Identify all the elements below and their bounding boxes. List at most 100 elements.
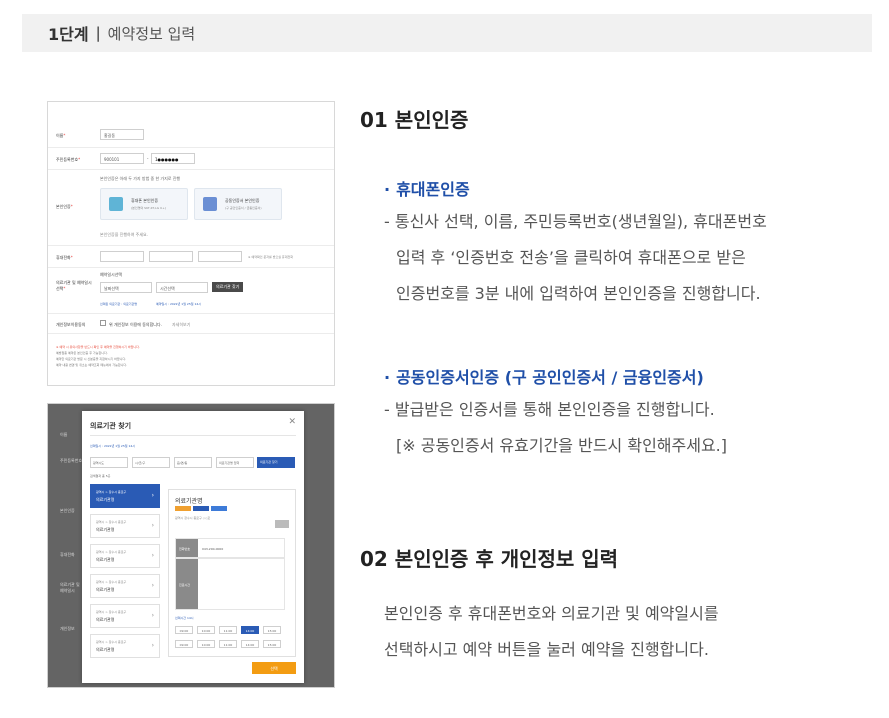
phone-row: 휴대전화* ※ 예약확인 문자를 받으실 휴대전화	[48, 246, 334, 268]
hours-table-row: 진료시간	[175, 558, 285, 610]
section2-desc: 본인인증 후 휴대폰번호와 의료기관 및 예약일시를 선택하시고 예약 버튼을 …	[384, 596, 719, 668]
list-item[interactable]: 광역시 > 장수시 종로구 의료기관명 ›	[90, 484, 160, 508]
phone-card-title: 휴대폰 본인인증	[131, 198, 159, 203]
map-button[interactable]	[275, 520, 289, 528]
list-item-name: 의료기관명	[96, 497, 115, 502]
name-input[interactable]: 홍길동	[100, 129, 144, 140]
name-row: 이름* 홍길동	[48, 122, 334, 148]
list-item-region: 광역시 > 장수시 종로구	[96, 550, 127, 554]
list-item[interactable]: 광역시 > 장수시 종로구 의료기관명 ›	[90, 544, 160, 568]
time-slot[interactable]: 11:00	[219, 640, 237, 648]
rrn-back-input[interactable]: 1●●●●●●	[151, 153, 195, 164]
divider	[90, 435, 296, 436]
auth-hint: 본인인증은 아래 두 가지 방법 중 한 가지로 진행	[100, 176, 181, 181]
list-item[interactable]: 광역시 > 장수시 종로구 의료기관명 ›	[90, 634, 160, 658]
chevron-right-icon: ›	[151, 552, 154, 559]
phone-auth-card[interactable]: 휴대폰 본인인증 (본인명의 SKT,KT,LG U+)	[100, 188, 188, 220]
phone-desc-line: - 통신사 선택, 이름, 주민등록번호(생년월일), 휴대폰번호	[384, 212, 767, 231]
cert-card-sub: (구 공인인증서 / 금융인증서)	[225, 206, 262, 210]
consent-link[interactable]: 자세히보기	[172, 322, 190, 328]
org-name-input[interactable]: 의료기관명 입력	[216, 457, 254, 468]
time-select[interactable]: 시간선택	[156, 282, 208, 293]
org-row: 의료기관 및 예약일시 선택* 예약일시선택 날짜선택 시간선택 의료기관 찾기…	[48, 268, 334, 314]
time-slot[interactable]: 11:00	[219, 626, 237, 634]
notice-list: ※ 예약 시 유의사항을 반드시 확인 후 예약을 진행하시기 바랍니다. 예방…	[56, 344, 326, 368]
hours-head: 진료시간	[179, 583, 191, 587]
auth-label: 본인인증	[56, 204, 71, 209]
phone-input-1[interactable]	[100, 251, 144, 262]
chevron-right-icon: ›	[151, 612, 154, 619]
phone-input-2[interactable]	[149, 251, 193, 262]
bg-label: 개인정보	[60, 626, 75, 631]
rrn-front-input[interactable]: 900101	[100, 153, 144, 164]
org-detail-panel: 의료기관명 광역시 장수시 종로구 ◇◇로 전화번호 043-200-0000 …	[168, 489, 296, 657]
province-select[interactable]: 광역시도	[90, 457, 128, 468]
cert-desc-line: - 발급받은 인증서를 통해 본인인증을 진행합니다.	[384, 400, 715, 419]
list-item-region: 광역시 > 장수시 종로구	[96, 640, 127, 644]
time-slot[interactable]: 10:00	[197, 626, 215, 634]
cert-auth-title-text: 공동인증서인증 (구 공인인증서 / 금융인증서)	[396, 368, 704, 387]
find-org-button[interactable]: 의료기관 찾기	[212, 282, 244, 292]
consent-label: 개인정보이용동의	[56, 322, 86, 327]
consent-text: 위 개인정보 이용에 동의합니다.	[109, 322, 162, 327]
list-item[interactable]: 광역시 > 장수시 종로구 의료기관명 ›	[90, 514, 160, 538]
section2-title: 02 본인인증 후 개인정보 입력	[360, 547, 619, 571]
result-count: 검색결과 총 5곳	[90, 474, 111, 478]
auth-row: 본인인증* 본인인증은 아래 두 가지 방법 중 한 가지로 진행 본인인증을 …	[48, 170, 334, 246]
phone-icon	[109, 197, 123, 211]
cert-auth-desc: - 발급받은 인증서를 통해 본인인증을 진행합니다. [※ 공동인증서 유효기…	[384, 392, 727, 464]
list-item-region: 광역시 > 장수시 종로구	[96, 610, 127, 614]
phone-auth-title: · 휴대폰인증	[384, 176, 470, 200]
phone-input-3[interactable]	[198, 251, 242, 262]
detail-title: 의료기관명	[175, 498, 203, 505]
phone-desc-line: 입력 후 ‘인증번호 전송’을 클릭하여 휴대폰으로 받은	[396, 248, 746, 267]
time-slot[interactable]: 14:00	[241, 640, 259, 648]
chevron-right-icon: ›	[151, 582, 154, 589]
chevron-right-icon: ›	[151, 522, 154, 529]
org-label: 의료기관 및 예약일시 선택	[56, 280, 92, 291]
bg-label: 휴대전화	[60, 552, 75, 557]
time-title: 선택시간 14시	[175, 616, 194, 620]
select-button[interactable]: 선택	[252, 662, 296, 674]
phone-auth-desc: - 통신사 선택, 이름, 주민등록번호(생년월일), 휴대폰번호 입력 후 ‘…	[384, 204, 767, 312]
phone-table-row: 전화번호 043-200-0000	[175, 538, 285, 558]
search-button[interactable]: 의료기관 찾기	[257, 457, 295, 468]
badge	[175, 506, 191, 511]
list-item-region: 광역시 > 장수시 종로구	[96, 490, 127, 494]
consent-checkbox[interactable]	[100, 320, 106, 326]
bullet-icon: ·	[384, 368, 391, 387]
org-search-modal-screenshot: 이름 주민등록번호 본인인증 휴대전화 의료기관 및 예약일시 개인정보 의료기…	[47, 403, 335, 688]
org-date: 예약일시 : 2022년 1월 25일 14시	[156, 302, 202, 306]
list-item[interactable]: 광역시 > 장수시 종로구 의료기관명 ›	[90, 574, 160, 598]
date-select[interactable]: 날짜선택	[100, 282, 152, 293]
time-slot[interactable]: 15:00	[263, 640, 281, 648]
list-item[interactable]: 광역시 > 장수시 종로구 의료기관명 ›	[90, 604, 160, 628]
time-slot[interactable]: 09:00	[175, 626, 193, 634]
rrn-label: 주민등록번호	[56, 157, 79, 162]
phone-note: ※ 예약확인 문자를 받으실 휴대전화	[248, 255, 293, 259]
phone-head: 전화번호	[179, 547, 191, 551]
time-slot[interactable]: 15:00	[263, 626, 281, 634]
cert-auth-card[interactable]: 공동인증서 본인인증 (구 공인인증서 / 금융인증서)	[194, 188, 282, 220]
step-number: 1단계	[48, 25, 89, 44]
time-slot[interactable]: 10:00	[197, 640, 215, 648]
badge	[193, 506, 209, 511]
auth-note: 본인인증을 진행하여 주세요.	[100, 232, 148, 237]
notice-item: 예약 내용 변경 및 취소는 예약조회 메뉴에서 가능합니다.	[56, 363, 128, 367]
bg-label: 주민등록번호	[60, 458, 83, 463]
time-slot-selected[interactable]: 14:00	[241, 626, 259, 634]
rrn-row: 주민등록번호* 900101 - 1●●●●●●	[48, 148, 334, 170]
list-item-region: 광역시 > 장수시 종로구	[96, 580, 127, 584]
bullet-icon: ·	[384, 180, 391, 199]
town-select[interactable]: 읍/면/동	[174, 457, 212, 468]
chevron-right-icon: ›	[151, 642, 154, 649]
close-icon[interactable]: ✕	[288, 417, 296, 427]
step-bar: 1단계 | 예약정보 입력	[22, 14, 872, 52]
time-slot[interactable]: 09:00	[175, 640, 193, 648]
city-select[interactable]: 시/군/구	[132, 457, 170, 468]
list-item-name: 의료기관명	[96, 647, 115, 652]
consent-row: 개인정보이용동의 위 개인정보 이용에 동의합니다. 자세히보기	[48, 314, 334, 334]
org-selected: 선택된 의료기관 : 의료기관명	[100, 302, 137, 306]
org-sub: 예약일시선택	[100, 272, 123, 277]
bg-label: 이름	[60, 432, 68, 437]
